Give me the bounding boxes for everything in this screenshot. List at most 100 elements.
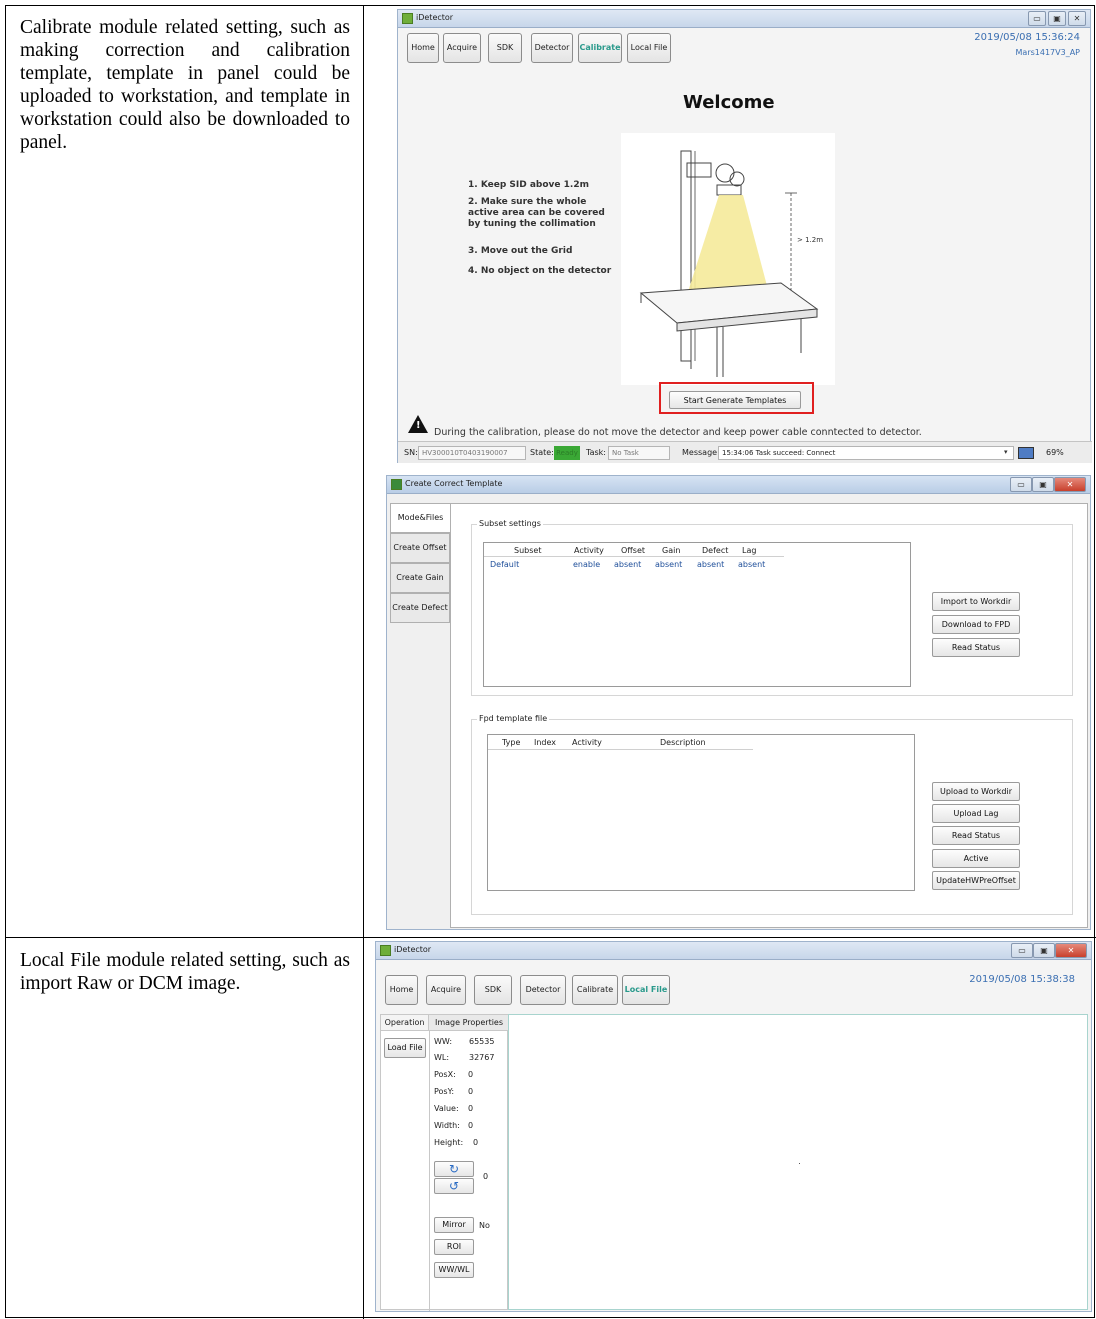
model-label: Mars1417V3_AP bbox=[1015, 48, 1080, 57]
subset-header: Subset Activity Offset Gain Defect Lag bbox=[484, 543, 784, 557]
window-title: iDetector bbox=[416, 13, 454, 22]
maximize-icon[interactable]: ▣ bbox=[1032, 477, 1054, 492]
nav-home-button[interactable]: Home bbox=[385, 975, 418, 1005]
tab-image-properties[interactable]: Image Properties bbox=[429, 1015, 509, 1031]
tab-create-defect[interactable]: Create Defect bbox=[390, 593, 450, 623]
app-icon bbox=[380, 945, 391, 956]
tab-operation[interactable]: Operation bbox=[381, 1015, 429, 1031]
datetime-label: 2019/05/08 15:36:24 bbox=[974, 32, 1080, 43]
minimize-icon[interactable]: ▭ bbox=[1010, 477, 1032, 492]
minimize-icon[interactable]: ▭ bbox=[1028, 11, 1046, 26]
minimize-icon[interactable]: ▭ bbox=[1011, 943, 1033, 958]
maximize-icon[interactable]: ▣ bbox=[1048, 11, 1066, 26]
step-4: 4. No object on the detector bbox=[468, 266, 612, 276]
tab-divider bbox=[429, 1031, 430, 1311]
fpd-group-label: Fpd template file bbox=[477, 714, 550, 723]
step-1: 1. Keep SID above 1.2m bbox=[468, 180, 589, 190]
app-icon bbox=[402, 13, 413, 24]
dialog-main-pane: Subset settings Subset Activity Offset G… bbox=[450, 503, 1088, 928]
wwwl-button[interactable]: WW/WL bbox=[434, 1262, 474, 1278]
task-label: Task: bbox=[586, 448, 606, 457]
nav-calibrate-button[interactable]: Calibrate bbox=[578, 33, 622, 63]
col-offset: Offset bbox=[621, 546, 646, 555]
nav-detector-button[interactable]: Detector bbox=[520, 975, 566, 1005]
subset-table: Subset Activity Offset Gain Defect Lag D… bbox=[483, 542, 911, 687]
cell-subset: Default bbox=[490, 560, 520, 569]
width-label: Width: bbox=[434, 1121, 460, 1130]
fpd-read-status-button[interactable]: Read Status bbox=[932, 826, 1020, 845]
status-bar: SN: HV300010T0403190007 State: Ready Tas… bbox=[398, 441, 1092, 463]
nav-acquire-button[interactable]: Acquire bbox=[443, 33, 481, 63]
cell-gain: absent bbox=[655, 560, 683, 569]
tab-mode-files[interactable]: Mode&Files bbox=[390, 503, 450, 533]
distance-label: > 1.2m bbox=[797, 236, 824, 244]
localfile-datetime: 2019/05/08 15:38:38 bbox=[969, 974, 1075, 985]
roi-button[interactable]: ROI bbox=[434, 1239, 474, 1255]
nav-acquire-button[interactable]: Acquire bbox=[426, 975, 466, 1005]
template-dialog: Create Correct Template ▭ ▣ ✕ Mode&Files… bbox=[386, 475, 1091, 930]
rotate-counterclockwise-button[interactable]: ↺ bbox=[434, 1178, 474, 1194]
image-view[interactable] bbox=[508, 1014, 1088, 1310]
message-dropdown[interactable]: 15:34:06 Task succeed: Connect bbox=[718, 446, 1014, 460]
height-label: Height: bbox=[434, 1138, 464, 1147]
localfile-window: iDetector ▭ ▣ ✕ Home Acquire SDK Detecto… bbox=[375, 941, 1092, 1312]
localfile-titlebar: iDetector ▭ ▣ ✕ bbox=[376, 942, 1091, 960]
width-value: 0 bbox=[468, 1121, 474, 1130]
mirror-value: No bbox=[479, 1221, 490, 1230]
import-to-workdir-button[interactable]: Import to Workdir bbox=[932, 592, 1020, 611]
upload-lag-button[interactable]: Upload Lag bbox=[932, 804, 1020, 823]
posy-value: 0 bbox=[468, 1087, 474, 1096]
nav-sdk-button[interactable]: SDK bbox=[474, 975, 512, 1005]
state-label: State: bbox=[530, 448, 554, 457]
nav-home-button[interactable]: Home bbox=[407, 33, 439, 63]
update-hw-preoffset-button[interactable]: UpdateHWPreOffset bbox=[932, 871, 1020, 890]
screen-icon[interactable] bbox=[1018, 447, 1034, 459]
tab-create-offset[interactable]: Create Offset bbox=[390, 533, 450, 563]
chevron-down-icon[interactable]: ▾ bbox=[1004, 448, 1008, 456]
task-field: No Task bbox=[608, 446, 670, 460]
operation-panel: Operation Image Properties Load File WW:… bbox=[380, 1014, 509, 1311]
close-icon[interactable]: ✕ bbox=[1054, 477, 1086, 492]
dialog-titlebar: Create Correct Template ▭ ▣ ✕ bbox=[387, 476, 1090, 494]
height-value: 0 bbox=[473, 1138, 479, 1147]
col-gain: Gain bbox=[662, 546, 681, 555]
nav-localfile-button[interactable]: Local File bbox=[627, 33, 671, 63]
nav-sdk-button[interactable]: SDK bbox=[488, 33, 522, 63]
start-generate-templates-button[interactable]: Start Generate Templates bbox=[669, 391, 801, 409]
table-row[interactable]: Default enable absent absent absent abse… bbox=[484, 558, 784, 570]
sn-label: SN: bbox=[404, 448, 418, 457]
mirror-button[interactable]: Mirror bbox=[434, 1217, 474, 1233]
posy-label: PosY: bbox=[434, 1087, 455, 1096]
read-status-button[interactable]: Read Status bbox=[932, 638, 1020, 657]
calibration-illustration: > 1.2m bbox=[621, 133, 835, 385]
value-label: Value: bbox=[434, 1104, 459, 1113]
nav-localfile-button[interactable]: Local File bbox=[622, 975, 670, 1005]
calibrate-description: Calibrate module related setting, such a… bbox=[20, 17, 350, 153]
dialog-title: Create Correct Template bbox=[405, 479, 503, 488]
close-icon[interactable]: ✕ bbox=[1068, 11, 1086, 26]
warning-icon-mark: ! bbox=[416, 420, 421, 431]
wl-label: WL: bbox=[434, 1053, 450, 1062]
image-center-dot bbox=[799, 1163, 800, 1164]
tab-create-gain[interactable]: Create Gain bbox=[390, 563, 450, 593]
nav-detector-button[interactable]: Detector bbox=[531, 33, 573, 63]
column-divider bbox=[363, 6, 364, 1319]
cell-offset: absent bbox=[614, 560, 642, 569]
load-file-button[interactable]: Load File bbox=[384, 1038, 426, 1058]
close-icon[interactable]: ✕ bbox=[1055, 943, 1087, 958]
rotation-value: 0 bbox=[483, 1172, 489, 1181]
warning-text: During the calibration, please do not mo… bbox=[434, 427, 922, 438]
download-to-fpd-button[interactable]: Download to FPD bbox=[932, 615, 1020, 634]
col-fpd-activity: Activity bbox=[572, 738, 602, 747]
rotate-clockwise-button[interactable]: ↻ bbox=[434, 1161, 474, 1177]
subset-group-label: Subset settings bbox=[477, 519, 543, 528]
nav-calibrate-button[interactable]: Calibrate bbox=[572, 975, 618, 1005]
upload-to-workdir-button[interactable]: Upload to Workdir bbox=[932, 782, 1020, 801]
step-3: 3. Move out the Grid bbox=[468, 246, 573, 256]
active-button[interactable]: Active bbox=[932, 849, 1020, 868]
sn-field: HV300010T0403190007 bbox=[418, 446, 526, 460]
fpd-table: Type Index Activity Description bbox=[487, 734, 915, 891]
fpd-header: Type Index Activity Description bbox=[488, 735, 753, 750]
rotate-cw-icon: ↻ bbox=[448, 1162, 460, 1176]
maximize-icon[interactable]: ▣ bbox=[1033, 943, 1055, 958]
